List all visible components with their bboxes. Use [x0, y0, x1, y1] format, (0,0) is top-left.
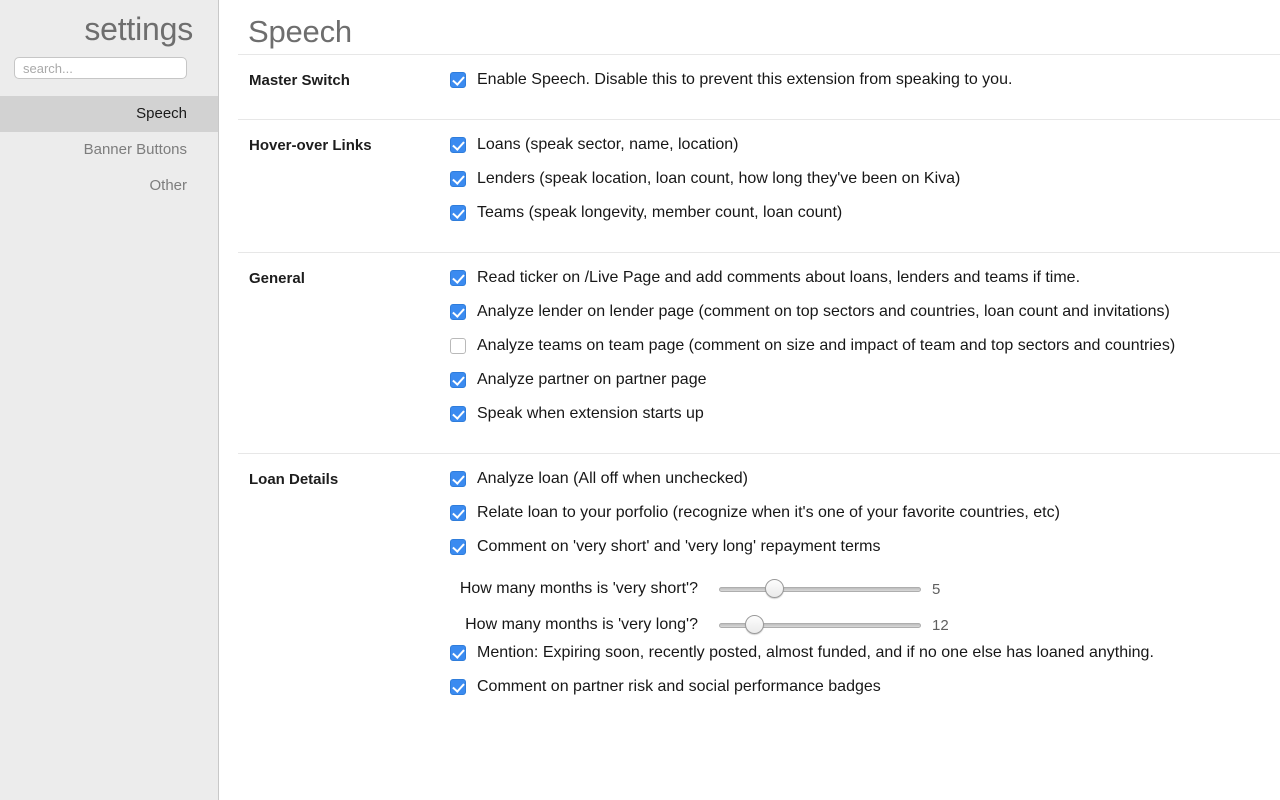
app-title: settings: [84, 11, 193, 47]
slider-control[interactable]: [719, 615, 921, 635]
setting-row: Loans (speak sector, name, location): [450, 135, 1280, 169]
checkbox-checked[interactable]: [450, 137, 466, 153]
slider-label: How many months is 'very long'?: [465, 616, 698, 633]
section-rows: Loans (speak sector, name, location) Lend…: [450, 135, 1280, 237]
sidebar: settings Speech Banner Buttons Other: [0, 0, 219, 800]
settings-page: settings Speech Banner Buttons Other Speec…: [0, 0, 1280, 800]
checkbox-checked[interactable]: [450, 471, 466, 487]
checkbox-label: Mention: Expiring soon, recently posted,…: [477, 644, 1154, 661]
checkbox-label: Lenders (speak location, loan count, how…: [477, 170, 961, 187]
section-general: General Read ticker on /Live Page and add…: [238, 252, 1280, 453]
checkbox-label: Analyze partner on partner page: [477, 371, 707, 388]
setting-row: Speak when extension starts up: [450, 404, 1280, 438]
checkbox-label: Comment on 'very short' and 'very long' …: [477, 538, 881, 555]
setting-row: Analyze teams on team page (comment on s…: [450, 336, 1280, 370]
section-hover-over-links: Hover-over Links Loans (speak sector, nam…: [238, 119, 1280, 252]
main-content: Speech Master Switch Enable Speech. Disab…: [219, 0, 1280, 800]
checkbox-checked[interactable]: [450, 645, 466, 661]
checkbox-label: Teams (speak longevity, member count, lo…: [477, 204, 843, 221]
setting-row: Relate loan to your porfolio (recognize …: [450, 503, 1280, 537]
section-label: General: [249, 270, 305, 287]
checkbox-label: Comment on partner risk and social perfo…: [477, 678, 881, 695]
section-label: Master Switch: [249, 72, 350, 89]
slider-track[interactable]: [719, 587, 921, 592]
checkbox-checked[interactable]: [450, 205, 466, 221]
slider-value: 5: [932, 580, 941, 598]
section-rows: Analyze loan (All off when unchecked) Rel…: [450, 469, 1280, 711]
checkbox-checked[interactable]: [450, 539, 466, 555]
setting-row: Comment on partner risk and social perfo…: [450, 677, 1280, 711]
checkbox-unchecked[interactable]: [450, 338, 466, 354]
slider-label: How many months is 'very short'?: [459, 580, 698, 597]
slider-value: 12: [932, 616, 949, 634]
section-loan-details: Loan Details Analyze loan (All off when u…: [238, 453, 1280, 726]
slider-control[interactable]: [719, 579, 921, 599]
slider-row: How many months is 'very long'? 12: [450, 607, 1280, 643]
slider-thumb[interactable]: [764, 579, 784, 598]
checkbox-checked[interactable]: [450, 505, 466, 521]
settings-sections: Master Switch Enable Speech. Disable this…: [219, 54, 1280, 726]
checkbox-label: Read ticker on /Live Page and add commen…: [477, 269, 1081, 286]
sidebar-item-other[interactable]: Other: [0, 168, 218, 204]
setting-row: Analyze partner on partner page: [450, 370, 1280, 404]
setting-row: Enable Speech. Disable this to prevent t…: [450, 70, 1280, 104]
section-master-switch: Master Switch Enable Speech. Disable this…: [238, 54, 1280, 119]
checkbox-checked[interactable]: [450, 171, 466, 187]
search-input[interactable]: [14, 57, 187, 79]
setting-row: Comment on 'very short' and 'very long' …: [450, 537, 1280, 571]
checkbox-checked[interactable]: [450, 679, 466, 695]
slider-row: How many months is 'very short'? 5: [450, 571, 1280, 607]
setting-row: Teams (speak longevity, member count, lo…: [450, 203, 1280, 237]
checkbox-checked[interactable]: [450, 372, 466, 388]
slider-thumb[interactable]: [744, 615, 764, 634]
setting-row: Read ticker on /Live Page and add commen…: [450, 268, 1280, 302]
setting-row: Mention: Expiring soon, recently posted,…: [450, 643, 1280, 677]
sidebar-item-label: Banner Buttons: [83, 141, 187, 158]
setting-row: Analyze loan (All off when unchecked): [450, 469, 1280, 503]
checkbox-checked[interactable]: [450, 270, 466, 286]
checkbox-label: Speak when extension starts up: [477, 405, 704, 422]
checkbox-label: Analyze lender on lender page (comment o…: [477, 303, 1170, 320]
sidebar-item-label: Speech: [136, 105, 187, 122]
checkbox-label: Analyze teams on team page (comment on s…: [477, 337, 1176, 354]
section-rows: Read ticker on /Live Page and add commen…: [450, 268, 1280, 438]
section-label: Hover-over Links: [249, 137, 372, 154]
checkbox-checked[interactable]: [450, 72, 466, 88]
section-label: Loan Details: [249, 471, 339, 488]
checkbox-checked[interactable]: [450, 406, 466, 422]
setting-row: Lenders (speak location, loan count, how…: [450, 169, 1280, 203]
checkbox-label: Loans (speak sector, name, location): [477, 136, 739, 153]
sidebar-item-speech[interactable]: Speech: [0, 96, 218, 132]
page-title: Speech: [248, 14, 352, 49]
search-container: [0, 50, 218, 79]
sidebar-item-label: Other: [149, 177, 187, 194]
checkbox-label: Relate loan to your porfolio (recognize …: [477, 504, 1060, 521]
checkbox-label: Analyze loan (All off when unchecked): [477, 470, 748, 487]
setting-row: Analyze lender on lender page (comment o…: [450, 302, 1280, 336]
section-rows: Enable Speech. Disable this to prevent t…: [450, 70, 1280, 104]
sidebar-item-banner-buttons[interactable]: Banner Buttons: [0, 132, 218, 168]
sidebar-nav: Speech Banner Buttons Other: [0, 96, 218, 204]
checkbox-label: Enable Speech. Disable this to prevent t…: [477, 71, 1013, 88]
checkbox-checked[interactable]: [450, 304, 466, 320]
